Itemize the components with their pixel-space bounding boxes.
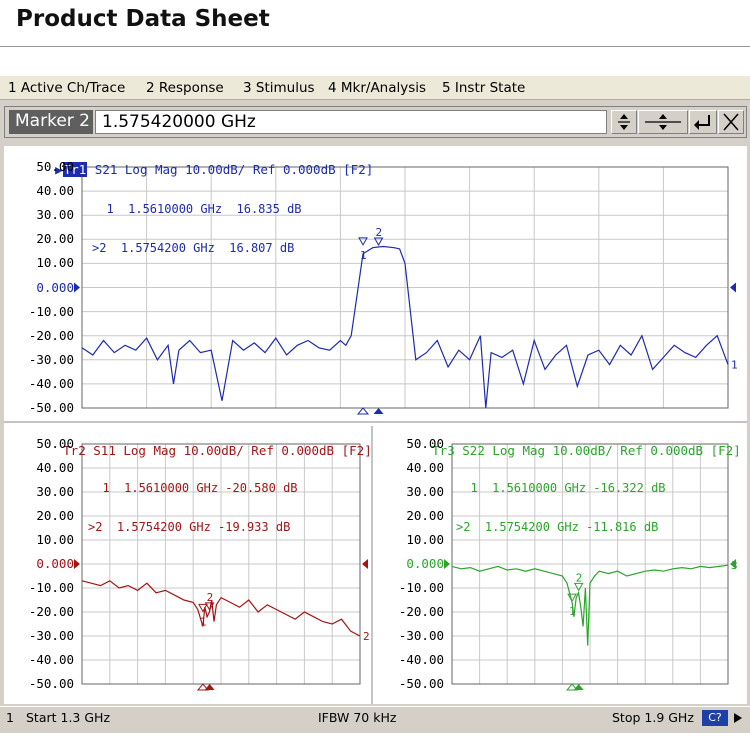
status-ifbw[interactable]: IFBW 70 kHz: [318, 710, 396, 725]
tr1-xmarker-2-icon: [373, 408, 384, 414]
tr3-y-tick-label: -40.00: [398, 652, 444, 667]
tr3-y-tick-label: 40.00: [406, 460, 444, 475]
tr3-y-tick-label: 50.00: [406, 436, 444, 451]
tr1-marker-1-label: 1: [360, 249, 367, 262]
tr2-y-tick-label: 20.00: [36, 508, 74, 523]
status-stop[interactable]: Stop 1.9 GHz: [612, 710, 694, 725]
menu-instr-state[interactable]: 5 Instr State: [442, 80, 525, 96]
tr1-y-tick-label: -40.00: [28, 375, 74, 391]
tr3-y-tick-label: 20.00: [406, 508, 444, 523]
tr2-y-tick-label: -40.00: [28, 652, 74, 667]
tr3-marker-1: 1 1.5610000 GHz -16.322 dB: [456, 481, 666, 495]
close-icon[interactable]: [718, 110, 744, 134]
tr2-trace-end-label: 2: [363, 630, 370, 643]
resize-grip-icon[interactable]: [730, 709, 746, 727]
tr1-y-tick-label: -10.00: [28, 303, 74, 319]
marker-entry-bar: Marker 2 1.575420000 GHz: [4, 106, 747, 138]
tr3-marker-1-label: 1: [569, 605, 576, 618]
tr3-y-tick-label: 0.000: [406, 556, 444, 571]
tr1-ref-right-icon: [730, 282, 736, 293]
marker-frequency-input[interactable]: 1.575420000 GHz: [95, 110, 607, 134]
tr2-marker-1: 1 1.5610000 GHz -20.580 dB: [88, 481, 298, 495]
tr2-xmarker-2-icon: [204, 684, 215, 690]
tr3-y-tick-label: -50.00: [398, 676, 444, 691]
tr2-y-tick-label: 30.00: [36, 484, 74, 499]
tr2-y-tick-label: 40.00: [36, 460, 74, 475]
tr3-y-tick-label: 30.00: [406, 484, 444, 499]
tr1-y-tick-label: 50.00: [36, 159, 74, 174]
plot-area: 121122123 ▶Tr1 S21 Log Mag 10.00dB/ Ref …: [4, 146, 747, 704]
tr2-y-tick-label: -20.00: [28, 604, 74, 619]
tr3-y-tick-label: -30.00: [398, 628, 444, 643]
tr1-y-tick-label: 20.00: [36, 231, 74, 247]
tr1-y-tick-label: 10.00: [36, 255, 74, 271]
tr1-y-tick-label: -50.00: [28, 400, 74, 415]
tr2-y-tick-label: 50.00: [36, 436, 74, 451]
step-spin-icon[interactable]: [611, 110, 637, 134]
tr3-marker-2: >2 1.5754200 GHz -11.816 dB: [456, 520, 659, 534]
menu-stimulus[interactable]: 3 Stimulus: [243, 80, 315, 96]
page-title: Product Data Sheet: [16, 6, 270, 32]
tr3-y-tick-label: -10.00: [398, 580, 444, 595]
tr3-marker-2-label: 2: [576, 571, 583, 584]
tr1-trace-end-label: 1: [731, 359, 738, 372]
status-bar: 1 Start 1.3 GHz IFBW 70 kHz Stop 1.9 GHz…: [0, 706, 750, 729]
status-channel: 1: [6, 710, 14, 725]
tr1-xmarker-1-icon: [356, 407, 370, 415]
tr3-y-tick-label: 10.00: [406, 532, 444, 547]
tr3-marker-2-icon: [573, 582, 584, 592]
tr1-y-tick-label: -20.00: [28, 327, 74, 343]
tr2-y-tick-label: -30.00: [28, 628, 74, 643]
tr2-y-tick-label: -10.00: [28, 580, 74, 595]
enter-icon[interactable]: [689, 110, 717, 134]
tr3-trace-end-label: 3: [731, 559, 738, 572]
tr1-marker-readout: 1 1.5610000 GHz 16.835 dB >2 1.5754200 G…: [92, 177, 302, 281]
tr2-y-tick-label: 10.00: [36, 532, 74, 547]
tr1-marker-2: >2 1.5754200 GHz 16.807 dB: [92, 241, 295, 255]
tr1-marker-1: 1 1.5610000 GHz 16.835 dB: [92, 202, 302, 216]
tr3-marker-readout: 1 1.5610000 GHz -16.322 dB >2 1.5754200 …: [456, 456, 666, 560]
tr2-y-tick-label: -50.00: [28, 676, 74, 691]
menu-active-ch-trace[interactable]: 1 Active Ch/Trace: [8, 80, 125, 96]
tr2-ref-left-icon: [74, 559, 80, 569]
tr1-marker-2-label: 2: [376, 226, 383, 239]
tr2-marker-1-label: 1: [200, 615, 207, 628]
tr1-y-tick-label: 40.00: [36, 183, 74, 199]
tr2-marker-2-label: 2: [207, 591, 214, 604]
tr3-y-tick-label: -20.00: [398, 604, 444, 619]
tr1-y-tick-label: 0.000: [36, 279, 74, 295]
marker-entry-label: Marker 2: [9, 110, 93, 134]
tr1-y-tick-label: -30.00: [28, 351, 74, 367]
softkey-menu-bar: 1 Active Ch/Trace 2 Response 3 Stimulus …: [0, 76, 750, 100]
tr2-y-tick-label: 0.000: [36, 556, 74, 571]
tr3-ref-left-icon: [444, 559, 450, 569]
vna-window: 1 Active Ch/Trace 2 Response 3 Stimulus …: [0, 76, 750, 733]
menu-mkr-analysis[interactable]: 4 Mkr/Analysis: [328, 80, 426, 96]
status-start[interactable]: Start 1.3 GHz: [26, 710, 110, 725]
tr2-marker-2: >2 1.5754200 GHz -19.933 dB: [88, 520, 291, 534]
tr1-header-text: S21 Log Mag 10.00dB/ Ref 0.000dB [F2]: [94, 162, 374, 177]
title-divider: [0, 46, 750, 47]
tr1-ref-left-icon: [74, 282, 80, 293]
menu-response[interactable]: 2 Response: [146, 80, 224, 96]
status-badge: C?: [702, 710, 728, 726]
tr2-marker-readout: 1 1.5610000 GHz -20.580 dB >2 1.5754200 …: [88, 456, 298, 560]
tr2-ref-right-icon: [362, 559, 368, 569]
tr1-y-tick-label: 30.00: [36, 207, 74, 223]
rotary-knob-icon[interactable]: [638, 110, 688, 134]
